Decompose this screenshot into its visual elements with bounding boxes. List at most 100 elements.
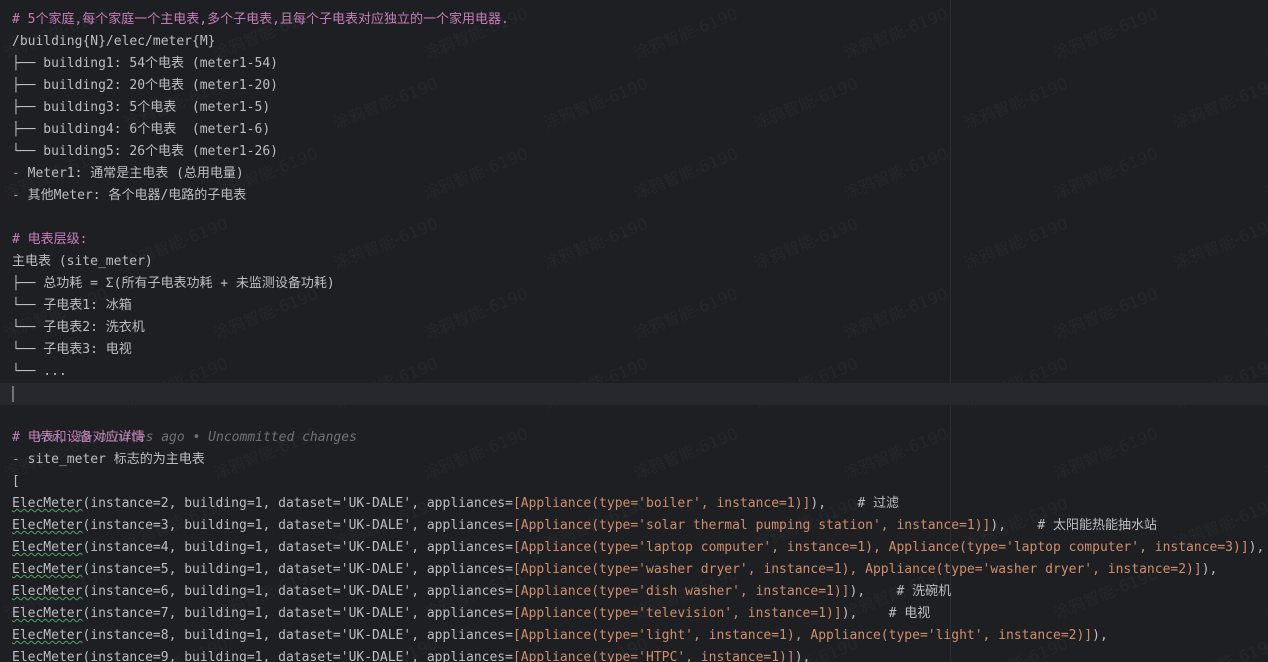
watermark-text: 涂鸦智能-6190 — [1260, 280, 1268, 344]
watermark-text: 涂鸦智能-6190 — [1260, 0, 1268, 64]
elecmeter-row: ElecMeter(instance=4, building=1, datase… — [12, 537, 1264, 559]
class-name: ElecMeter — [12, 496, 83, 511]
instance-value: 4 — [160, 540, 169, 555]
watermark-text: 涂鸦智能-6190 — [1260, 140, 1268, 204]
watermark-text: 涂鸦智能-6190 — [630, 280, 741, 344]
instance-value: 9 — [160, 650, 169, 662]
row-end: ), — [1092, 628, 1108, 643]
row-end: ), — [810, 496, 827, 511]
building-kw: , building=1, dataset= — [168, 628, 341, 643]
watermark-text: 涂鸦智能-6190 — [1050, 0, 1161, 64]
caret — [12, 386, 14, 402]
dataset-value: 'UK-DALE' — [340, 496, 412, 511]
elecmeter-row: ElecMeter(instance=8, building=1, datase… — [12, 625, 1108, 647]
note-meter1-text: Meter1: 通常是主电表 (总用电量) — [19, 166, 244, 181]
watermark-text: 涂鸦智能-6190 — [840, 0, 951, 64]
note-meter1: - Meter1: 通常是主电表 (总用电量) — [12, 163, 244, 185]
class-name: ElecMeter — [12, 562, 83, 577]
instance-value: 6 — [160, 584, 169, 599]
comment-meter-hierarchy: # 电表层级: — [12, 232, 88, 247]
comment-line-1: # 5个家庭,每个家庭一个主电表,多个子电表,且每个子电表对应独立的一个家用电器… — [12, 12, 509, 27]
watermark-text: 涂鸦智能-6190 — [420, 280, 531, 344]
row-comment: # 电视 — [857, 606, 931, 621]
comment-meter-details: # 电表和设备对应详情 — [12, 430, 145, 445]
note-other-meter-text: 其他Meter: 各个电器/电路的子电表 — [19, 188, 247, 203]
hier-submeter-1: └── 子电表1: 冰箱 — [12, 298, 132, 313]
row-end: ), — [794, 650, 811, 662]
class-name: ElecMeter — [12, 628, 83, 643]
dataset-value: 'UK-DALE' — [340, 628, 412, 643]
watermark-text: 涂鸦智能-6190 — [630, 0, 741, 64]
dataset-value: 'UK-DALE' — [340, 518, 412, 533]
watermark-text: 涂鸦智能-6190 — [630, 140, 741, 204]
hier-total-power: ├── 总功耗 = Σ(所有子电表功耗 + 未监测设备功耗) — [12, 276, 335, 291]
instance-kw: (instance= — [82, 540, 161, 555]
instance-value: 3 — [160, 518, 169, 533]
hier-site-meter: 主电表 (site_meter) — [12, 254, 153, 269]
dataset-value: 'UK-DALE' — [340, 584, 412, 599]
instance-value: 2 — [160, 496, 169, 511]
appliances-list: [Appliance(type='laptop computer', insta… — [512, 540, 1249, 555]
watermark-text: 涂鸦智能-6190 — [960, 210, 1071, 274]
elecmeter-row: ElecMeter(instance=7, building=1, datase… — [12, 603, 930, 625]
class-name: ElecMeter — [12, 540, 83, 555]
elecmeter-row: ElecMeter(instance=9, building=1, datase… — [12, 647, 810, 662]
list-dash: - — [12, 452, 20, 467]
path-line: /building{N}/elec/meter{M} — [12, 34, 216, 49]
list-dash: - — [12, 166, 20, 181]
instance-kw: (instance= — [82, 650, 161, 662]
watermark-text: 涂鸦智能-6190 — [330, 210, 441, 274]
appliances-list: [Appliance(type='dish washer', instance=… — [512, 584, 850, 599]
appliances-kw: , appliances= — [411, 496, 513, 511]
building-kw: , building=1, dataset= — [168, 496, 341, 511]
watermark-text: 涂鸦智能-6190 — [750, 210, 861, 274]
note-site-meter: - site_meter 标志的为主电表 — [12, 449, 205, 471]
instance-value: 8 — [160, 628, 169, 643]
git-blame-inline[interactable]: You, 19 minutes ago • Uncommitted change… — [0, 383, 1268, 445]
dataset-value: 'UK-DALE' — [340, 650, 412, 662]
hier-ellipsis: └── ... — [12, 364, 67, 379]
row-comment: # 洗碗机 — [865, 584, 952, 599]
appliances-kw: , appliances= — [411, 606, 513, 621]
tree-building1: ├── building1: 54个电表 (meter1-54) — [12, 56, 278, 71]
watermark-text: 涂鸦智能-6190 — [1050, 140, 1161, 204]
building-kw: , building=1, dataset= — [168, 562, 341, 577]
instance-value: 7 — [160, 606, 169, 621]
hier-submeter-2: └── 子电表2: 洗衣机 — [12, 320, 145, 335]
instance-kw: (instance= — [82, 518, 161, 533]
watermark-text: 涂鸦智能-6190 — [630, 420, 741, 484]
hier-submeter-3: └── 子电表3: 电视 — [12, 342, 132, 357]
watermark-text: 涂鸦智能-6190 — [1260, 420, 1268, 484]
row-end: ), — [1248, 540, 1265, 555]
watermark-text: 涂鸦智能-6190 — [540, 70, 651, 134]
open-bracket: [ — [12, 474, 20, 489]
appliances-kw: , appliances= — [411, 518, 513, 533]
instance-kw: (instance= — [82, 584, 161, 599]
dataset-value: 'UK-DALE' — [340, 562, 412, 577]
building-kw: , building=1, dataset= — [168, 518, 341, 533]
elecmeter-row: ElecMeter(instance=5, building=1, datase… — [12, 559, 1217, 581]
watermark-text: 涂鸦智能-6190 — [1170, 210, 1268, 274]
watermark-text: 涂鸦智能-6190 — [330, 70, 441, 134]
dataset-value: 'UK-DALE' — [340, 540, 412, 555]
watermark-text: 涂鸦智能-6190 — [840, 280, 951, 344]
building-kw: , building=1, dataset= — [168, 606, 341, 621]
instance-kw: (instance= — [82, 562, 161, 577]
instance-kw: (instance= — [82, 628, 161, 643]
elecmeter-row: ElecMeter(instance=2, building=1, datase… — [12, 493, 899, 515]
appliances-list: [Appliance(type='washer dryer', instance… — [512, 562, 1202, 577]
appliances-kw: , appliances= — [411, 650, 513, 662]
appliances-list: [Appliance(type='boiler', instance=1)] — [512, 496, 811, 511]
note-site-meter-text: site_meter 标志的为主电表 — [19, 452, 205, 467]
tree-building2: ├── building2: 20个电表 (meter1-20) — [12, 78, 278, 93]
elecmeter-row: ElecMeter(instance=6, building=1, datase… — [12, 581, 951, 603]
watermark-text: 涂鸦智能-6190 — [540, 210, 651, 274]
row-comment: # 太阳能热能抽水站 — [1006, 518, 1158, 533]
instance-value: 5 — [160, 562, 169, 577]
code-editor[interactable]: 涂鸦智能-6190涂鸦智能-6190涂鸦智能-6190涂鸦智能-6190涂鸦智能… — [0, 0, 1268, 662]
watermark-text: 涂鸦智能-6190 — [420, 140, 531, 204]
watermark-text: 涂鸦智能-6190 — [1170, 70, 1268, 134]
appliances-kw: , appliances= — [411, 628, 513, 643]
row-end: ), — [841, 606, 858, 621]
watermark-text: 涂鸦智能-6190 — [840, 420, 951, 484]
